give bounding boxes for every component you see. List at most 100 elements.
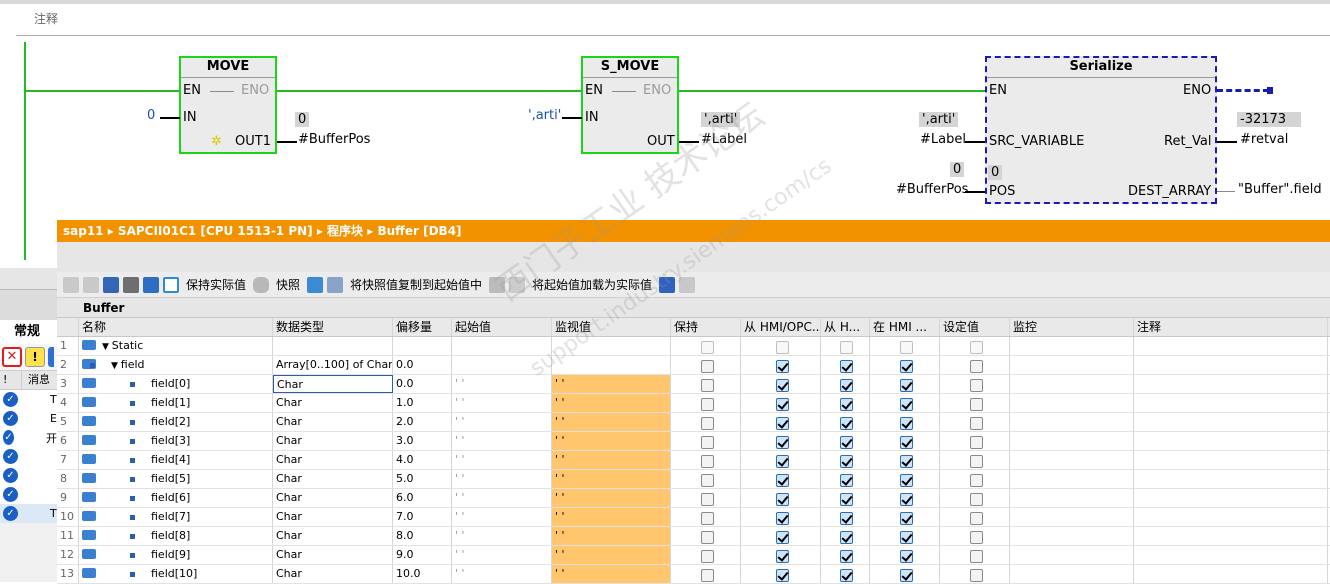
column-header[interactable]: 从 H...: [821, 318, 870, 336]
type-cell[interactable]: Char: [273, 527, 393, 545]
comment-cell[interactable]: [1134, 546, 1328, 564]
copy-snapshot-icon[interactable]: [307, 276, 324, 293]
hmi-visible-checkbox[interactable]: [840, 378, 853, 392]
table-row[interactable]: 10 field[7] Char 7.0 ' ' ' ': [57, 508, 1330, 527]
breadcrumb-item[interactable]: Buffer [DB4]: [377, 224, 461, 238]
start-value-cell[interactable]: ' ': [452, 527, 552, 545]
hmi-accessible-checkbox[interactable]: [775, 473, 789, 487]
retain-checkbox[interactable]: [700, 492, 714, 506]
serialize-src-variable[interactable]: #Label: [920, 132, 966, 147]
retain-checkbox[interactable]: [700, 454, 714, 468]
load-start-button[interactable]: 将起始值加载为实际值: [532, 276, 652, 293]
hmi-accessible-checkbox[interactable]: [775, 359, 789, 373]
column-header[interactable]: 在 HMI ...: [870, 318, 940, 336]
hmi-visible-checkbox[interactable]: [840, 359, 853, 373]
type-cell[interactable]: Char: [273, 451, 393, 469]
start-value-cell[interactable]: ' ': [452, 451, 552, 469]
expand-icon[interactable]: [103, 276, 119, 293]
start-value-cell[interactable]: ' ': [452, 546, 552, 564]
keep-actual-button[interactable]: 保持实际值: [186, 276, 246, 293]
info-filter-icon[interactable]: [48, 347, 54, 367]
hmi-visible-checkbox[interactable]: [840, 530, 853, 544]
supervision-cell[interactable]: [1010, 432, 1134, 450]
column-header[interactable]: 名称: [79, 318, 273, 336]
hmi-accessible-checkbox[interactable]: [775, 492, 789, 506]
copy-snapshot-button[interactable]: 将快照值复制到起始值中: [350, 276, 482, 293]
serialize-ret-variable[interactable]: #retval: [1240, 132, 1288, 147]
column-header[interactable]: 保持: [671, 318, 741, 336]
column-header[interactable]: 设定值: [940, 318, 1010, 336]
supervision-cell[interactable]: [1010, 546, 1134, 564]
type-cell[interactable]: Array[0..100] of Char: [273, 356, 393, 374]
type-cell[interactable]: Char: [273, 489, 393, 507]
add-row-icon[interactable]: [83, 276, 99, 293]
start-value-cell[interactable]: ' ': [452, 489, 552, 507]
hmi-engineering-checkbox[interactable]: [899, 416, 913, 430]
type-cell[interactable]: Char: [273, 546, 393, 564]
start-value-cell[interactable]: ' ': [452, 565, 552, 583]
supervision-cell[interactable]: [1010, 565, 1134, 583]
name-cell[interactable]: field[2]: [79, 413, 273, 431]
hmi-accessible-checkbox[interactable]: [775, 340, 789, 354]
comment-cell[interactable]: [1134, 565, 1328, 583]
hmi-visible-checkbox[interactable]: [840, 568, 853, 582]
message-row[interactable]: ✓ 开: [0, 428, 57, 447]
hmi-engineering-checkbox[interactable]: [899, 530, 913, 544]
retain-checkbox[interactable]: [700, 416, 714, 430]
hmi-visible-checkbox[interactable]: [840, 435, 853, 449]
name-cell[interactable]: field[1]: [79, 394, 273, 412]
column-header[interactable]: 从 HMI/OPC...: [741, 318, 821, 336]
column-header[interactable]: 数据类型: [273, 318, 393, 336]
serialize-pos-variable[interactable]: #BufferPos: [896, 182, 968, 197]
comment-cell[interactable]: [1134, 527, 1328, 545]
message-row[interactable]: ✓ T: [0, 504, 57, 523]
expand-toggle-icon[interactable]: ▼: [102, 342, 112, 352]
breadcrumb-item[interactable]: sap11: [63, 224, 104, 238]
table-row[interactable]: 3 field[0] Char 0.0 ' ' ' ': [57, 375, 1330, 394]
name-cell[interactable]: field[4]: [79, 451, 273, 469]
retain-checkbox[interactable]: [700, 549, 714, 563]
comment-cell[interactable]: [1134, 508, 1328, 526]
hmi-visible-checkbox[interactable]: [840, 397, 853, 411]
type-cell[interactable]: Char: [273, 394, 393, 412]
setpoint-checkbox[interactable]: [969, 397, 983, 411]
expand-toggle-icon[interactable]: ▼: [111, 361, 121, 371]
retain-checkbox[interactable]: [700, 473, 714, 487]
comment-cell[interactable]: [1134, 413, 1328, 431]
table-row[interactable]: 8 field[5] Char 5.0 ' ' ' ': [57, 470, 1330, 489]
hmi-engineering-checkbox[interactable]: [899, 549, 913, 563]
hmi-accessible-checkbox[interactable]: [775, 454, 789, 468]
smove-out-variable[interactable]: #Label: [701, 132, 747, 147]
hmi-engineering-checkbox[interactable]: [899, 454, 913, 468]
hmi-engineering-checkbox[interactable]: [899, 492, 913, 506]
name-cell[interactable]: field[9]: [79, 546, 273, 564]
comment-cell[interactable]: [1134, 470, 1328, 488]
retain-checkbox[interactable]: [700, 340, 714, 354]
hmi-engineering-checkbox[interactable]: [899, 568, 913, 582]
setpoint-checkbox[interactable]: [969, 568, 983, 582]
hmi-visible-checkbox[interactable]: [840, 511, 853, 525]
retain-checkbox[interactable]: [700, 397, 714, 411]
table-row[interactable]: 5 field[2] Char 2.0 ' ' ' ': [57, 413, 1330, 432]
hmi-engineering-checkbox[interactable]: [899, 340, 913, 354]
hmi-visible-checkbox[interactable]: [840, 492, 853, 506]
retain-checkbox[interactable]: [700, 378, 714, 392]
hmi-engineering-checkbox[interactable]: [899, 511, 913, 525]
breadcrumb-item[interactable]: 程序块: [327, 224, 363, 238]
supervision-cell[interactable]: [1010, 470, 1134, 488]
name-cell[interactable]: field[8]: [79, 527, 273, 545]
setpoint-checkbox[interactable]: [969, 473, 983, 487]
error-filter-icon[interactable]: ✕: [2, 347, 22, 367]
hmi-accessible-checkbox[interactable]: [775, 435, 789, 449]
setpoint-checkbox[interactable]: [969, 378, 983, 392]
name-cell[interactable]: field[5]: [79, 470, 273, 488]
name-cell[interactable]: field[0]: [79, 375, 273, 393]
column-header[interactable]: [57, 318, 79, 336]
supervision-cell[interactable]: [1010, 394, 1134, 412]
load-start-icon[interactable]: [489, 276, 506, 293]
name-cell[interactable]: field[10]: [79, 565, 273, 583]
warning-filter-icon[interactable]: !: [25, 347, 45, 367]
smove-in-value[interactable]: ',arti': [528, 108, 561, 123]
start-value-cell[interactable]: ' ': [452, 375, 552, 393]
tab-general[interactable]: 常规: [0, 320, 57, 344]
